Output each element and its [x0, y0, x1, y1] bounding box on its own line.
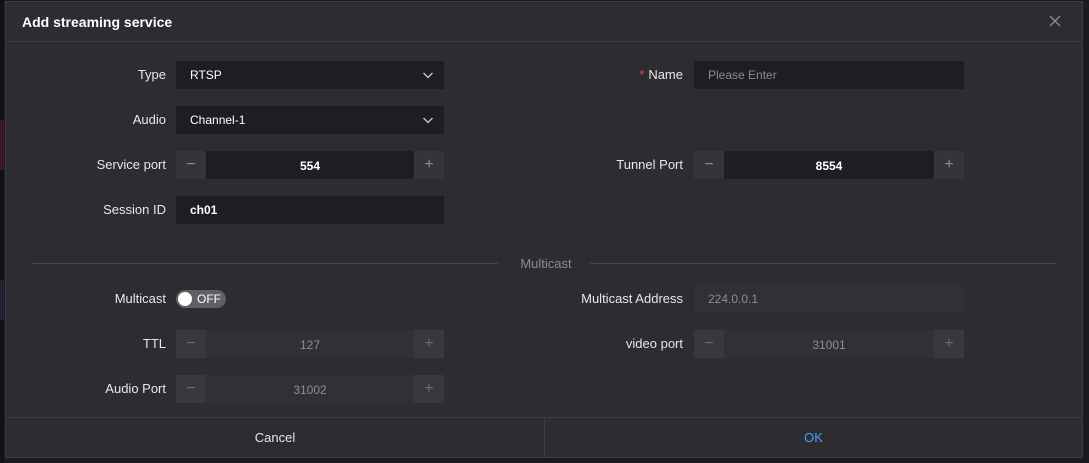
video-port-value: 31001 [812, 338, 846, 352]
ttl-stepper: − 127 + [176, 330, 444, 358]
chevron-down-icon [423, 117, 433, 124]
session-id-label: Session ID [103, 202, 166, 217]
increment-button: + [414, 375, 444, 403]
type-label: Type [137, 67, 166, 82]
multicast-toggle[interactable]: OFF [176, 290, 226, 308]
tunnel-port-stepper: − 8554 + [694, 151, 964, 179]
dialog-footer: Cancel OK [6, 417, 1082, 457]
add-streaming-service-dialog: Add streaming service Type RTSP *Name Au… [5, 1, 1083, 458]
type-select[interactable]: RTSP [176, 61, 444, 89]
increment-button: + [414, 330, 444, 358]
section-divider [590, 263, 1057, 264]
increment-button: + [934, 330, 964, 358]
required-marker: * [639, 67, 645, 82]
service-port-label: Service port [96, 157, 166, 172]
background-accent [0, 120, 4, 170]
service-port-stepper: − 554 + [176, 151, 444, 179]
decrement-button[interactable]: − [694, 151, 724, 179]
audio-select-value: Channel-1 [190, 113, 246, 127]
ttl-value: 127 [299, 338, 321, 352]
audio-port-stepper: − 31002 + [176, 375, 444, 403]
close-icon [1049, 15, 1061, 27]
multicast-address-label: Multicast Address [581, 291, 683, 306]
dialog-header: Add streaming service [6, 2, 1082, 42]
decrement-button: − [176, 375, 206, 403]
video-port-label: video port [625, 336, 683, 351]
increment-button[interactable]: + [934, 151, 964, 179]
session-id-input[interactable] [176, 196, 444, 224]
tunnel-port-value[interactable]: 8554 [724, 159, 934, 173]
tunnel-port-label: Tunnel Port [616, 157, 683, 172]
name-label: * Name [523, 67, 683, 82]
chevron-down-icon [423, 72, 433, 79]
name-label-text: Name [648, 67, 683, 82]
audio-port-value: 31002 [293, 383, 327, 397]
background-app [0, 0, 4, 463]
multicast-address-input [694, 285, 964, 313]
multicast-section-heading: Multicast [520, 256, 572, 271]
decrement-button: − [176, 330, 206, 358]
decrement-button: − [694, 330, 724, 358]
type-select-value: RTSP [190, 68, 222, 82]
toggle-state-text: OFF [197, 292, 221, 306]
cancel-button[interactable]: Cancel [6, 418, 544, 457]
audio-select[interactable]: Channel-1 [176, 106, 444, 134]
section-divider [32, 263, 498, 264]
ok-button[interactable]: OK [545, 418, 1082, 457]
service-port-value[interactable]: 554 [206, 159, 414, 173]
audio-label: Audio [132, 112, 166, 127]
decrement-button[interactable]: − [176, 151, 206, 179]
toggle-knob [178, 292, 192, 306]
name-input[interactable] [694, 61, 964, 89]
background-accent [0, 280, 4, 320]
audio-port-label: Audio Port [105, 381, 166, 396]
increment-button[interactable]: + [414, 151, 444, 179]
video-port-stepper: − 31001 + [694, 330, 964, 358]
dialog-title: Add streaming service [22, 14, 173, 30]
close-button[interactable] [1044, 10, 1066, 32]
ttl-label: TTL [142, 336, 166, 351]
multicast-label: Multicast [114, 291, 166, 306]
